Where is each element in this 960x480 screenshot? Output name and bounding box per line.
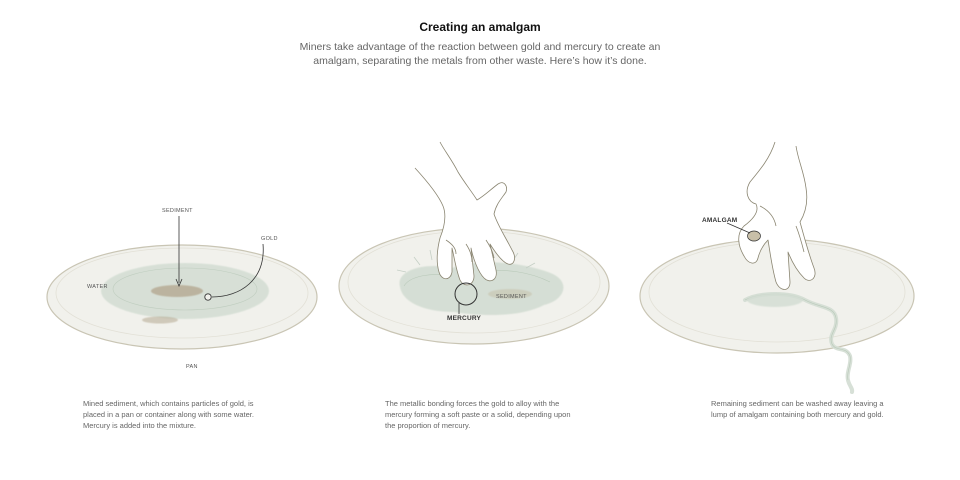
panel-2-caption: The metallic bonding forces the gold to … [385,399,571,430]
panel-3-caption: Remaining sediment can be washed away le… [711,399,884,419]
label-mercury: MERCURY [447,315,481,322]
panel-1-caption: Mined sediment, which contains particles… [83,399,254,430]
sediment-pile [151,285,203,297]
panel-1-pan [46,244,318,350]
label-gold: GOLD [261,236,278,242]
label-amalgam: AMALGAM [702,217,737,224]
label-sediment: SEDIMENT [496,294,527,300]
label-pan: PAN [186,364,198,370]
label-water: WATER [87,284,108,290]
label-sediment: SEDIMENT [162,208,193,214]
water-pool [747,293,803,307]
gold-particle-marker [204,293,212,301]
